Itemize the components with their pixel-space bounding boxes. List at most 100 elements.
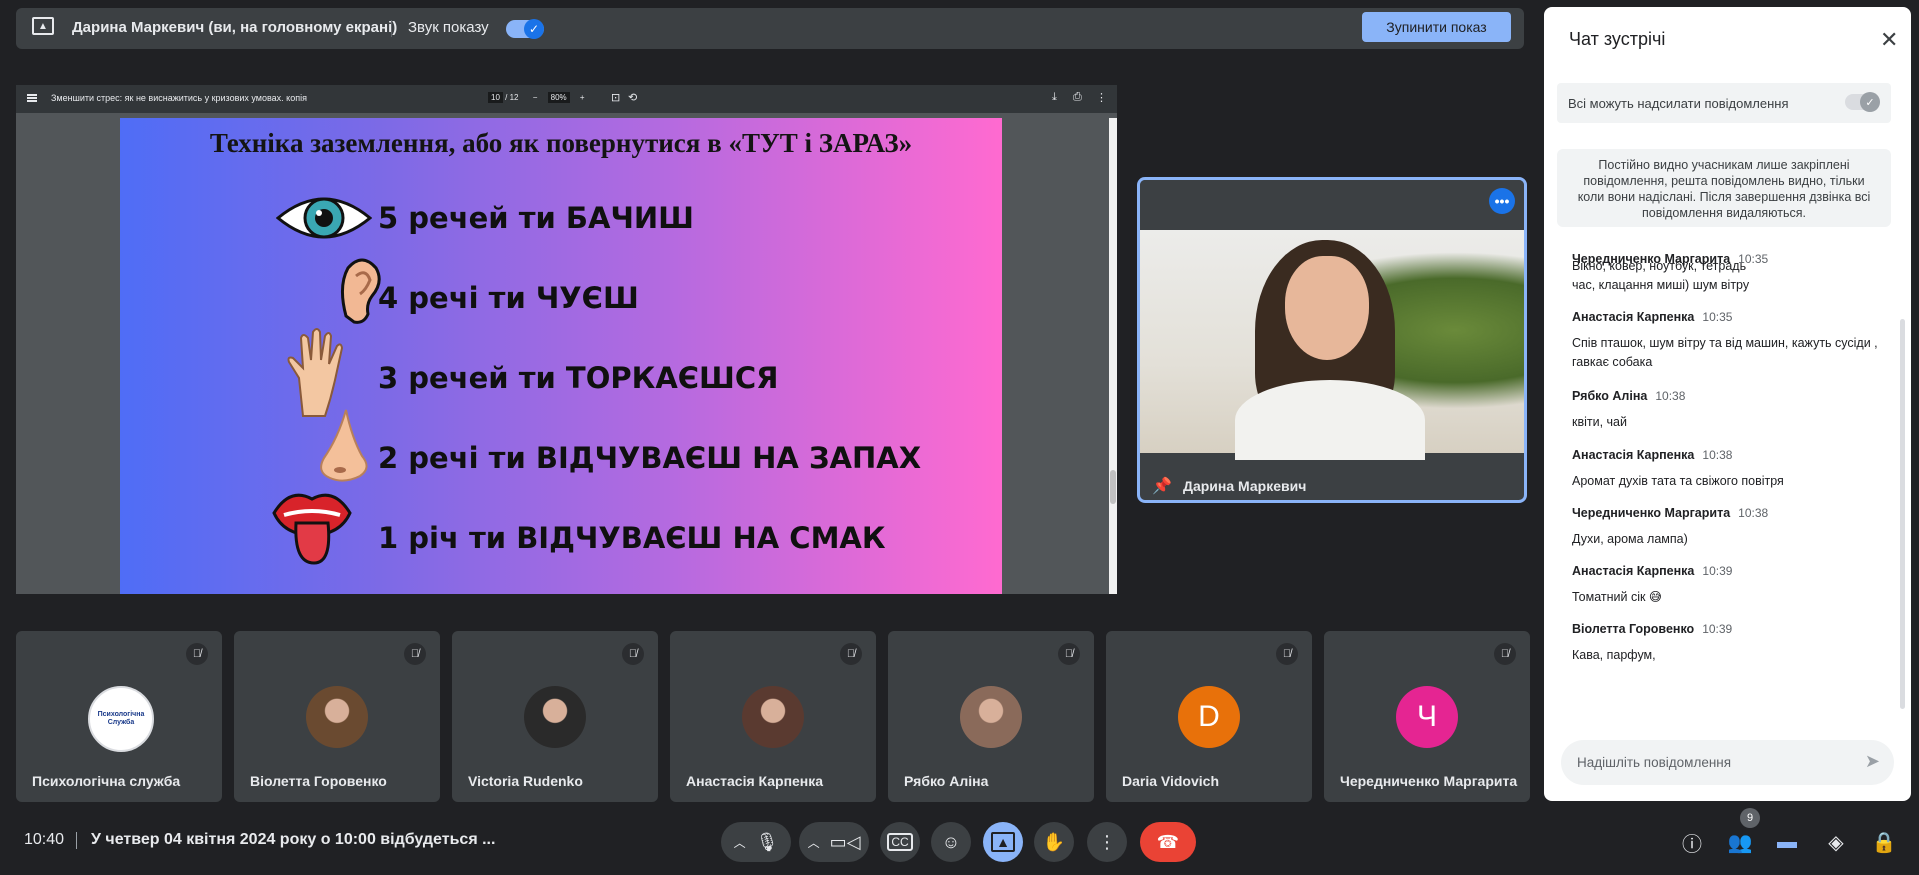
message-text: Кава, парфум, <box>1572 648 1656 662</box>
allow-messages-toggle[interactable]: ✓ <box>1845 92 1880 112</box>
participant-name: Анастасія Карпенка <box>686 773 824 789</box>
download-icon[interactable]: ⤓ <box>1052 91 1057 104</box>
sound-toggle[interactable]: ✓ <box>506 19 544 39</box>
chat-message: Чередниченко Маргарита 10:35 час, клацання… <box>1572 250 1882 295</box>
raise-hand-button[interactable]: ✋ <box>1034 822 1074 862</box>
message-text: Духи, арома лампа) <box>1572 532 1688 546</box>
captions-button[interactable]: CC <box>880 822 920 862</box>
message-time: 10:39 <box>1702 564 1733 578</box>
camera-icon: ▭◁ <box>829 831 861 852</box>
slide: Техніка заземлення, або як повернутися в… <box>120 118 1002 594</box>
mic-off-icon: 🎙̸ <box>1058 643 1080 665</box>
info-icon[interactable]: ⓘ <box>1680 830 1704 856</box>
zoom-level[interactable]: 80% <box>547 92 570 103</box>
close-icon[interactable]: ✕ <box>1880 27 1898 53</box>
message-text: час, клацання миші) шум вітру <box>1572 278 1750 292</box>
leave-call-button[interactable]: ☎ <box>1140 822 1196 862</box>
sense-hear: 4 речі ти ЧУЄШ <box>378 281 639 315</box>
divider <box>76 832 77 849</box>
emoji-icon: ☺ <box>941 831 961 852</box>
message-sender: Анастасія Карпенка <box>1572 564 1695 578</box>
mic-off-icon: 🎙̸ <box>404 643 426 665</box>
avatar <box>960 686 1022 748</box>
mic-icon: 🎙 <box>755 831 779 852</box>
microphone-button[interactable]: ︿ 🎙 <box>721 822 791 862</box>
chat-icon[interactable]: ▬ <box>1775 830 1799 854</box>
presenter-label: Дарина Маркевич (ви, на головному екрані… <box>72 19 398 36</box>
participant-name: Віолетта Горовенко <box>250 773 387 789</box>
sense-smell: 2 речі ти ВІДЧУВАЄШ НА ЗАПАХ <box>378 441 922 475</box>
message-text: Спів пташок, шум вітру та від машин, каж… <box>1572 336 1878 369</box>
participant-tile[interactable]: 🎙̸ Психологічна Служба Психологічна служба <box>16 631 222 802</box>
participant-tile[interactable]: 🎙̸ D Daria Vidovich <box>1106 631 1312 802</box>
mic-off-icon: 🎙̸ <box>840 643 862 665</box>
stop-presenting-button[interactable]: Зупинити показ <box>1362 12 1511 42</box>
people-icon[interactable]: 👥 <box>1728 830 1753 854</box>
present-button[interactable]: ▲ <box>983 822 1023 862</box>
mic-off-icon: 🎙̸ <box>186 643 208 665</box>
meeting-details[interactable]: У четвер 04 квітня 2024 року о 10:00 від… <box>91 831 495 849</box>
present-screen-icon: ▲ <box>32 17 54 35</box>
check-icon: ✓ <box>1860 92 1880 112</box>
participant-tile[interactable]: 🎙̸ Victoria Rudenko <box>452 631 658 802</box>
activities-icon[interactable]: ◈ <box>1824 830 1848 854</box>
zoom-in-icon[interactable]: + <box>580 93 585 102</box>
hang-up-icon: ☎ <box>1156 831 1180 852</box>
page-indicator[interactable]: 10 / 12 − 80% + <box>488 92 585 103</box>
sense-taste: 1 річ ти ВІДЧУВАЄШ НА СМАК <box>378 521 886 555</box>
mic-off-icon: 🎙̸ <box>1494 643 1516 665</box>
more-options-button[interactable]: ⋮ <box>1087 822 1127 862</box>
people-count-badge: 9 <box>1740 808 1760 828</box>
avatar <box>524 686 586 748</box>
allow-messages-row: Всі можуть надсилати повідомлення ✓ <box>1557 83 1891 123</box>
send-icon[interactable]: ➤ <box>1865 751 1880 772</box>
message-text: Томатний сік 😅 <box>1572 590 1662 604</box>
menu-icon[interactable] <box>27 94 37 102</box>
avatar: D <box>1178 686 1240 748</box>
participant-tile[interactable]: 🎙̸ Анастасія Карпенка <box>670 631 876 802</box>
chat-scrollbar[interactable] <box>1900 319 1905 709</box>
present-icon: ▲ <box>991 832 1015 852</box>
page-current[interactable]: 10 <box>488 92 503 103</box>
message-time: 10:35 <box>1738 252 1769 266</box>
participant-name: Daria Vidovich <box>1122 773 1220 789</box>
print-icon[interactable]: ⎙ <box>1073 91 1082 104</box>
pin-icon[interactable]: 📌 <box>1152 476 1172 496</box>
avatar: Ч <box>1396 686 1458 748</box>
emoji-button[interactable]: ☺ <box>931 822 971 862</box>
participant-tile[interactable]: 🎙̸ Віолетта Горовенко <box>234 631 440 802</box>
document-title: Зменшити стрес: як не виснажитись у криз… <box>51 93 307 103</box>
shared-document: Зменшити стрес: як не виснажитись у криз… <box>16 85 1117 594</box>
participant-tile[interactable]: 🎙̸ Рябко Аліна <box>888 631 1094 802</box>
sense-see: 5 речей ти БАЧИШ <box>378 201 694 235</box>
chat-input[interactable]: Надішліть повідомлення ➤ <box>1561 740 1894 785</box>
sound-label: Звук показу <box>408 19 489 36</box>
message-text: Аромат духів тата та свіжого повітря <box>1572 474 1784 488</box>
participant-tile[interactable]: 🎙̸ Ч Чередниченко Маргарита <box>1324 631 1530 802</box>
pinned-video-tile[interactable]: 📌 Дарина Маркевич <box>1137 177 1527 503</box>
ear-icon <box>341 258 381 324</box>
hand-icon <box>287 328 344 417</box>
message-time: 10:35 <box>1702 310 1733 324</box>
video-feed <box>1140 230 1524 460</box>
sense-touch: 3 речей ти ТОРКАЄШСЯ <box>378 361 779 395</box>
zoom-out-icon[interactable]: − <box>533 93 538 102</box>
chat-message: Анастасія Карпенка 10:39 Томатний сік 😅 <box>1572 562 1882 607</box>
clock: 10:40 <box>24 831 65 848</box>
more-options-icon[interactable]: ••• <box>1489 188 1515 214</box>
document-scrollbar[interactable] <box>1109 118 1117 594</box>
chat-message: Анастасія Карпенка 10:38 Аромат духів тата… <box>1572 446 1882 491</box>
mic-off-icon: 🎙̸ <box>1276 643 1298 665</box>
message-sender: Чередниченко Маргарита <box>1572 252 1731 266</box>
slide-title: Техніка заземлення, або як повернутися в… <box>209 128 913 158</box>
rotate-icon[interactable]: ⟲ <box>628 91 637 104</box>
camera-button[interactable]: ︿ ▭◁ <box>799 822 869 862</box>
chat-title: Чат зустрічі <box>1569 29 1666 49</box>
page-total: / 12 <box>505 93 519 102</box>
fit-page-icon[interactable]: ⊡ <box>611 91 620 104</box>
host-controls-icon[interactable]: 🔒 <box>1872 830 1897 854</box>
chat-input-placeholder: Надішліть повідомлення <box>1577 755 1732 770</box>
more-vert-icon[interactable]: ⋮ <box>1096 91 1107 104</box>
message-time: 10:38 <box>1702 448 1733 462</box>
chat-notice: Постійно видно учасникам лише закріплені… <box>1557 149 1891 227</box>
